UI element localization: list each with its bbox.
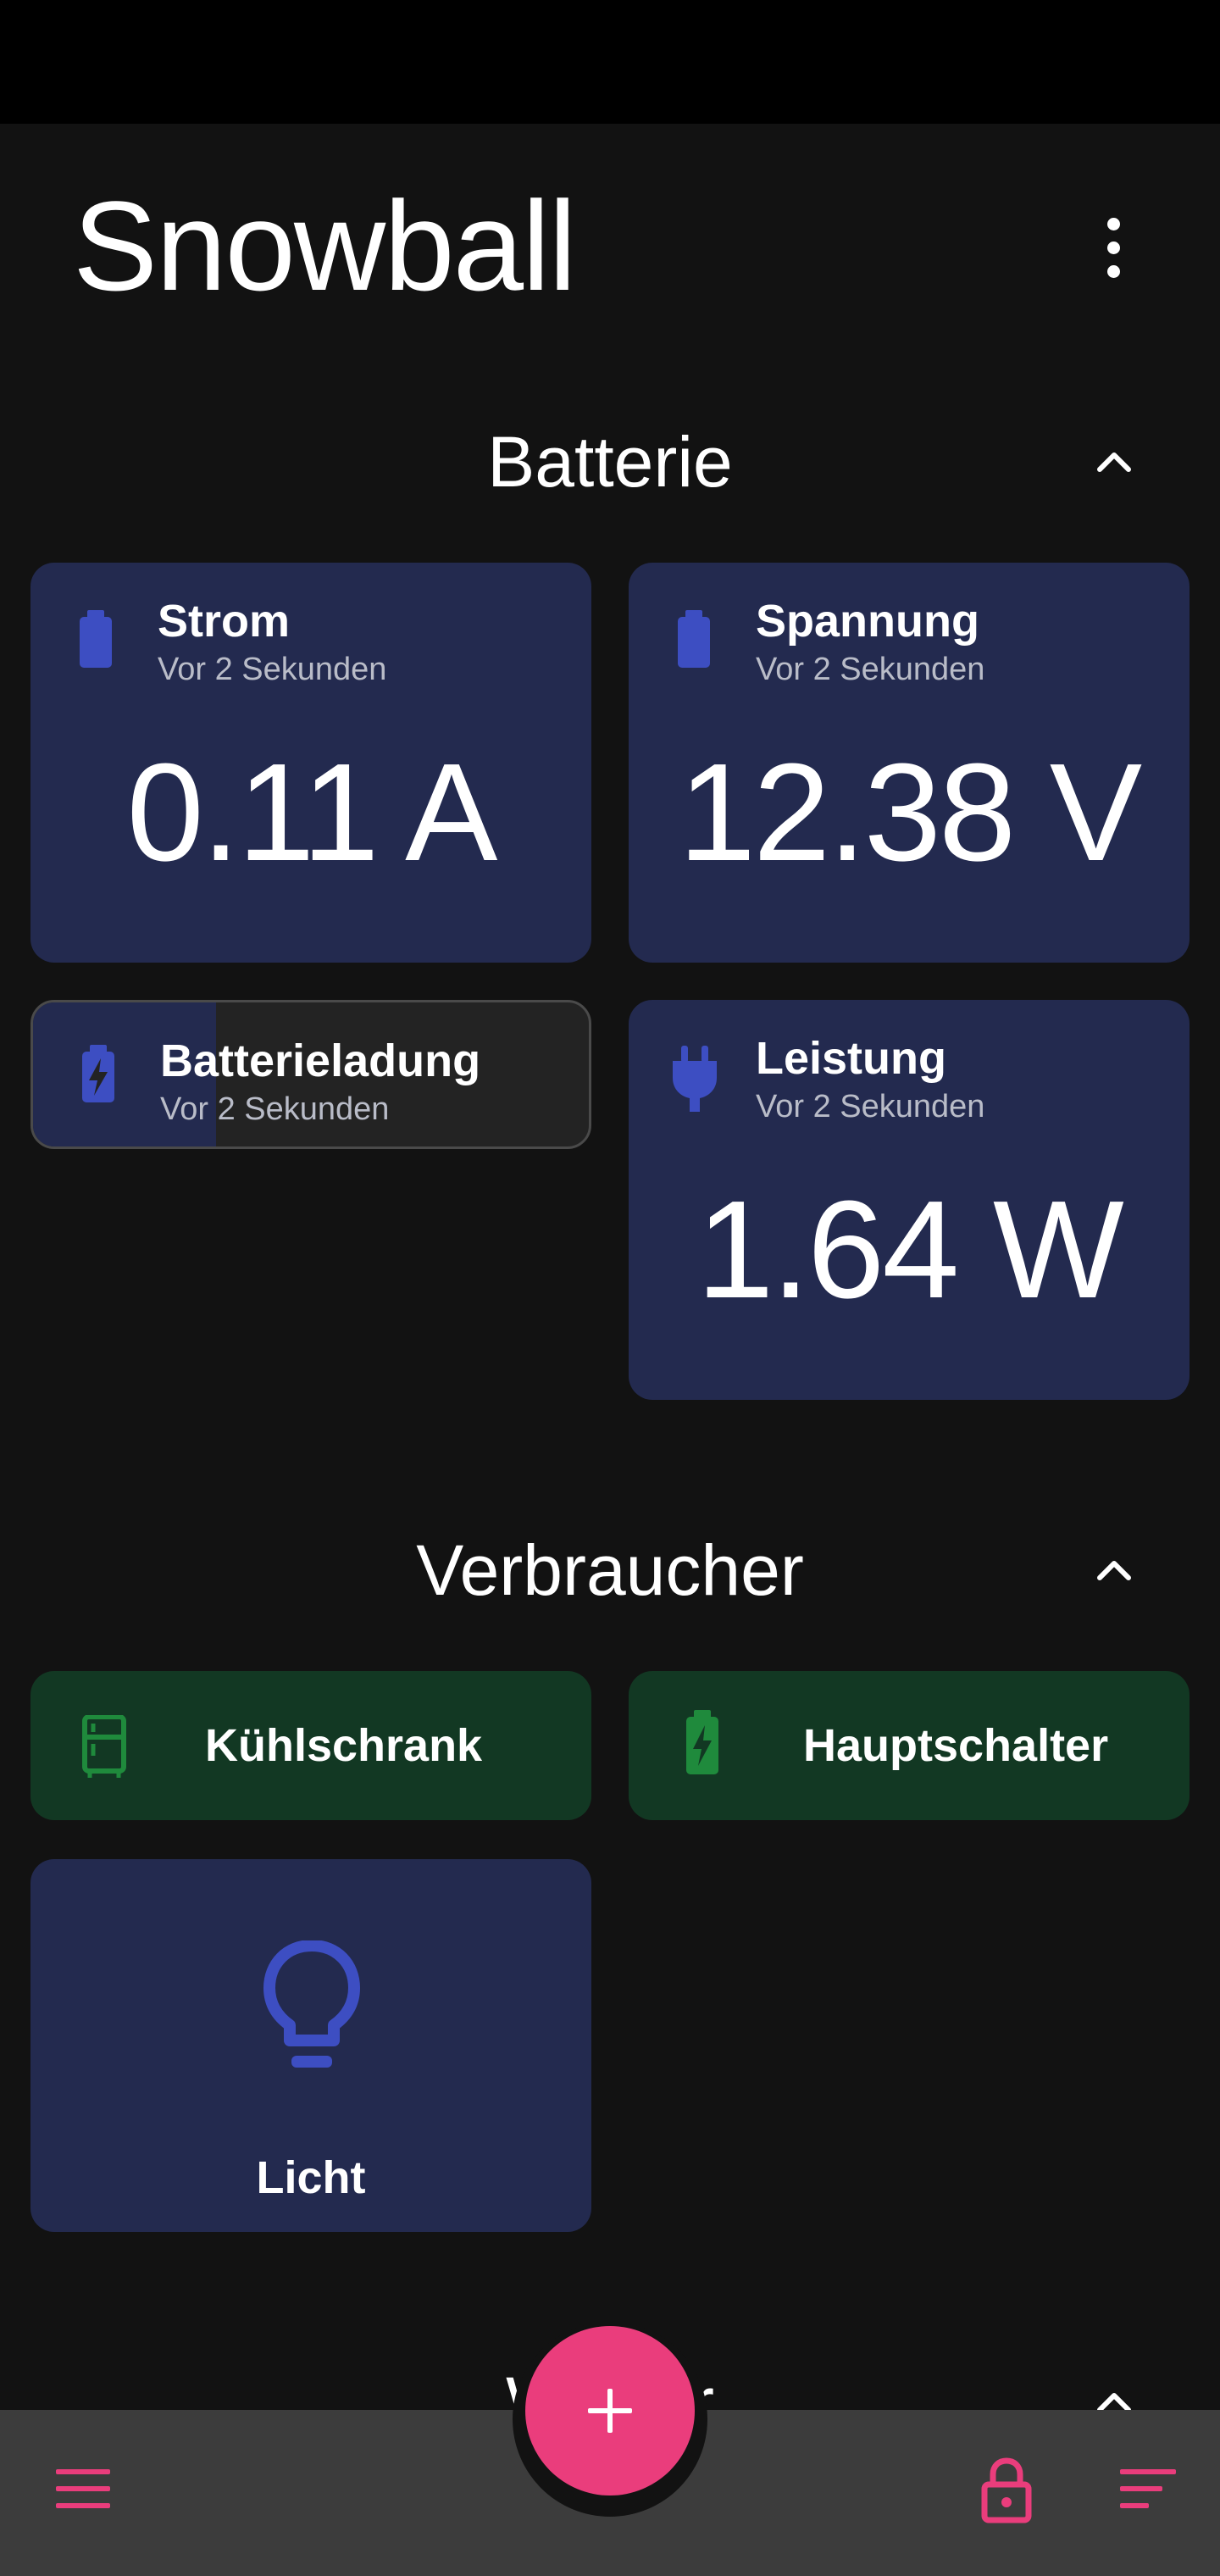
add-button[interactable] (525, 2326, 695, 2496)
menu-icon[interactable] (56, 2468, 110, 2510)
plus-icon (588, 2389, 632, 2433)
battery-icon (678, 610, 710, 668)
sensor-card-strom[interactable]: Strom Vor 2 Sekunden 0.11 A (30, 563, 591, 963)
battery-charging-icon (82, 1045, 114, 1102)
card-label: Spannung (756, 596, 979, 647)
card-timestamp: Vor 2 Sekunden (756, 652, 985, 687)
device-label: Hauptschalter (803, 1720, 1109, 1771)
device-card-kuehlschrank[interactable]: Kühlschrank (30, 1671, 591, 1820)
card-timestamp: Vor 2 Sekunden (756, 1089, 985, 1124)
device-card-hauptschalter[interactable]: Hauptschalter (629, 1671, 1190, 1820)
sort-icon[interactable] (1120, 2468, 1176, 2510)
sensor-card-batterieladung[interactable]: Batterieladung Vor 2 Sekunden (30, 1000, 591, 1149)
sensor-card-leistung[interactable]: Leistung Vor 2 Sekunden 1.64 W (629, 1000, 1190, 1400)
card-timestamp: Vor 2 Sekunden (158, 652, 387, 687)
more-options-icon[interactable] (1093, 212, 1134, 283)
sensor-card-spannung[interactable]: Spannung Vor 2 Sekunden 12.38 V (629, 563, 1190, 963)
lightbulb-icon (263, 1940, 360, 2068)
section-title-verbraucher: Verbraucher (416, 1530, 804, 1610)
card-timestamp: Vor 2 Sekunden (160, 1091, 390, 1127)
battery-icon (80, 610, 112, 668)
card-value: 0.11 A (126, 735, 498, 890)
section-title-batterie: Batterie (487, 422, 733, 502)
status-bar (0, 0, 1220, 124)
plug-icon (673, 1046, 717, 1112)
device-label: Kühlschrank (205, 1720, 483, 1771)
card-label: Leistung (756, 1033, 946, 1084)
battery-charging-icon (686, 1710, 718, 1774)
card-value: 12.38 V (678, 735, 1142, 890)
chevron-up-icon[interactable] (1093, 441, 1135, 483)
card-label: Strom (158, 596, 291, 647)
lock-icon[interactable] (981, 2457, 1032, 2525)
app-title: Snowball (73, 175, 577, 317)
chevron-up-icon[interactable] (1093, 1549, 1135, 1591)
device-label: Licht (256, 2152, 366, 2203)
card-value: 1.64 W (696, 1172, 1124, 1327)
device-card-licht[interactable]: Licht (30, 1859, 591, 2232)
fridge-icon (82, 1715, 126, 1778)
card-label: Batterieladung (160, 1035, 481, 1086)
